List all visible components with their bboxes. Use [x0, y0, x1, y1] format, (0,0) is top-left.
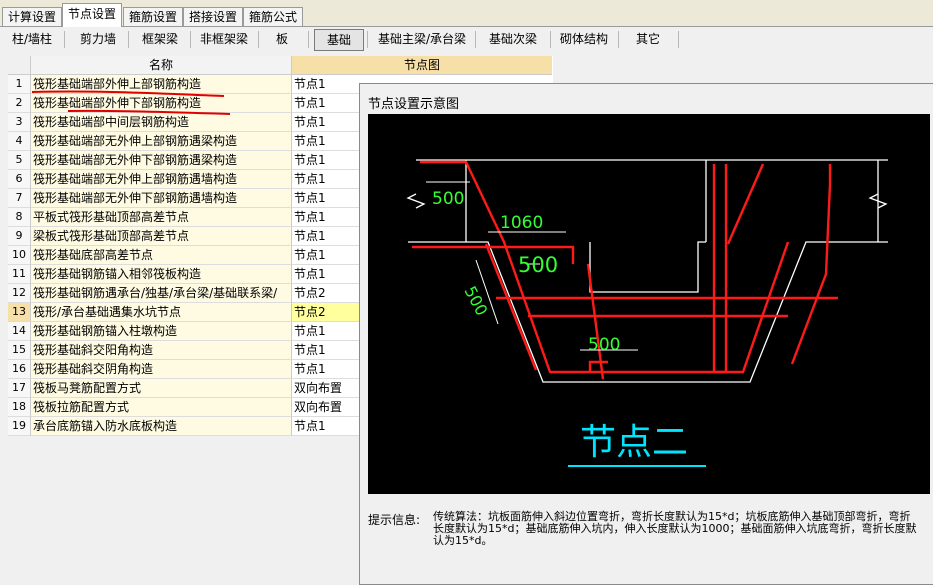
row-name-cell[interactable]: 筏形基础钢筋锚入柱墩构造	[31, 322, 292, 341]
row-index: 16	[8, 360, 31, 379]
row-index: 1	[8, 75, 31, 94]
tab-calc-settings[interactable]: 计算设置	[2, 7, 62, 26]
row-index: 3	[8, 113, 31, 132]
toolbar-separator	[258, 31, 259, 48]
grid-header-index	[8, 56, 31, 75]
row-name-cell[interactable]: 筏形基础端部外伸下部钢筋构造	[31, 94, 292, 113]
row-name-cell[interactable]: 筏形基础底部高差节点	[31, 246, 292, 265]
row-index: 19	[8, 417, 31, 436]
row-name-cell[interactable]: 筏板拉筋配置方式	[31, 398, 292, 417]
toolbar-separator	[308, 31, 309, 48]
preview-title: 节点设置示意图	[368, 97, 460, 112]
toolbar-separator	[618, 31, 619, 48]
dim-label-1: 500	[432, 189, 464, 209]
toolbar-separator	[64, 31, 65, 48]
category-toolbar: 柱/墙柱 剪力墙 框架梁 非框架梁 板 基础 基础主梁/承台梁 基础次梁 砌体结…	[0, 26, 933, 53]
category-foundation-button[interactable]: 基础	[314, 29, 364, 51]
tab-stirrup-settings[interactable]: 箍筋设置	[123, 7, 183, 26]
rebar-lines	[412, 160, 838, 380]
row-name-cell[interactable]: 梁板式筏形基础顶部高差节点	[31, 227, 292, 246]
category-masonry-button[interactable]: 砌体结构	[554, 29, 614, 49]
settings-tab-bar: 计算设置 节点设置 箍筋设置 搭接设置 箍筋公式	[0, 0, 933, 27]
row-name-cell[interactable]: 筏形基础钢筋锚入相邻筏板构造	[31, 265, 292, 284]
node-preview-panel: 节点设置示意图 500 1060 500 500 500 节点二 提示信息: 传…	[359, 83, 933, 585]
node-diagram-canvas: 500 1060 500 500 500 节点二	[368, 114, 930, 494]
category-other-button[interactable]: 其它	[622, 29, 674, 49]
tab-lap-settings[interactable]: 搭接设置	[183, 7, 243, 26]
dimension-labels: 500 1060 500 500 500	[432, 189, 620, 355]
row-name-cell[interactable]: 筏形基础端部无外伸上部钢筋遇梁构造	[31, 132, 292, 151]
row-index: 9	[8, 227, 31, 246]
row-index: 7	[8, 189, 31, 208]
dim-label-5: 500	[588, 335, 620, 355]
row-name-cell[interactable]: 筏形基础斜交阴角构造	[31, 360, 292, 379]
row-index: 11	[8, 265, 31, 284]
row-index: 5	[8, 151, 31, 170]
row-index: 4	[8, 132, 31, 151]
tab-stirrup-formula[interactable]: 箍筋公式	[243, 7, 303, 26]
category-shear-wall-button[interactable]: 剪力墙	[70, 29, 126, 49]
row-name-cell[interactable]: 筏形基础端部中间层钢筋构造	[31, 113, 292, 132]
dim-label-2: 1060	[500, 213, 543, 233]
row-name-cell[interactable]: 筏形/承台基础遇集水坑节点	[31, 303, 292, 322]
row-index: 15	[8, 341, 31, 360]
category-column-button[interactable]: 柱/墙柱	[4, 29, 60, 49]
category-foundation-secondary-beam-button[interactable]: 基础次梁	[480, 29, 546, 49]
category-foundation-main-beam-button[interactable]: 基础主梁/承台梁	[372, 29, 472, 49]
toolbar-separator	[190, 31, 191, 48]
row-index: 10	[8, 246, 31, 265]
category-frame-beam-button[interactable]: 框架梁	[132, 29, 188, 49]
row-name-cell[interactable]: 筏形基础端部无外伸下部钢筋遇墙构造	[31, 189, 292, 208]
category-non-frame-beam-button[interactable]: 非框架梁	[192, 29, 256, 49]
row-index: 2	[8, 94, 31, 113]
row-index: 14	[8, 322, 31, 341]
row-name-cell[interactable]: 筏形基础端部外伸上部钢筋构造	[31, 75, 292, 94]
row-index: 12	[8, 284, 31, 303]
row-index: 17	[8, 379, 31, 398]
grid-header-node[interactable]: 节点图	[292, 56, 552, 75]
row-index: 18	[8, 398, 31, 417]
row-name-cell[interactable]: 筏形基础斜交阳角构造	[31, 341, 292, 360]
row-name-cell[interactable]: 筏形基础端部无外伸上部钢筋遇墙构造	[31, 170, 292, 189]
row-name-cell[interactable]: 筏形基础端部无外伸下部钢筋遇梁构造	[31, 151, 292, 170]
grid-header-name[interactable]: 名称	[31, 56, 292, 75]
row-index: 6	[8, 170, 31, 189]
toolbar-separator	[550, 31, 551, 48]
row-name-cell[interactable]: 筏板马凳筋配置方式	[31, 379, 292, 398]
row-name-cell[interactable]: 筏形基础钢筋遇承台/独基/承台梁/基础联系梁/	[31, 284, 292, 303]
row-name-cell[interactable]: 平板式筏形基础顶部高差节点	[31, 208, 292, 227]
toolbar-separator	[678, 31, 679, 48]
category-slab-button[interactable]: 板	[262, 29, 302, 49]
tab-node-settings[interactable]: 节点设置	[62, 3, 122, 27]
hint-text: 传统算法：坑板面筋伸入斜边位置弯折，弯折长度默认为15*d；坑板底筋伸入基础顶部…	[433, 510, 917, 547]
toolbar-separator	[475, 31, 476, 48]
row-name-cell[interactable]: 承台底筋锚入防水底板构造	[31, 417, 292, 436]
row-index: 13	[8, 303, 31, 322]
dim-label-4: 500	[460, 283, 491, 319]
node-diagram: 500 1060 500 500 500 节点二	[406, 159, 888, 467]
dim-label-3: 500	[518, 253, 558, 277]
diagram-caption: 节点二	[580, 422, 688, 463]
toolbar-separator	[367, 31, 368, 48]
row-index: 8	[8, 208, 31, 227]
toolbar-separator	[128, 31, 129, 48]
hint-label: 提示信息:	[368, 513, 421, 527]
